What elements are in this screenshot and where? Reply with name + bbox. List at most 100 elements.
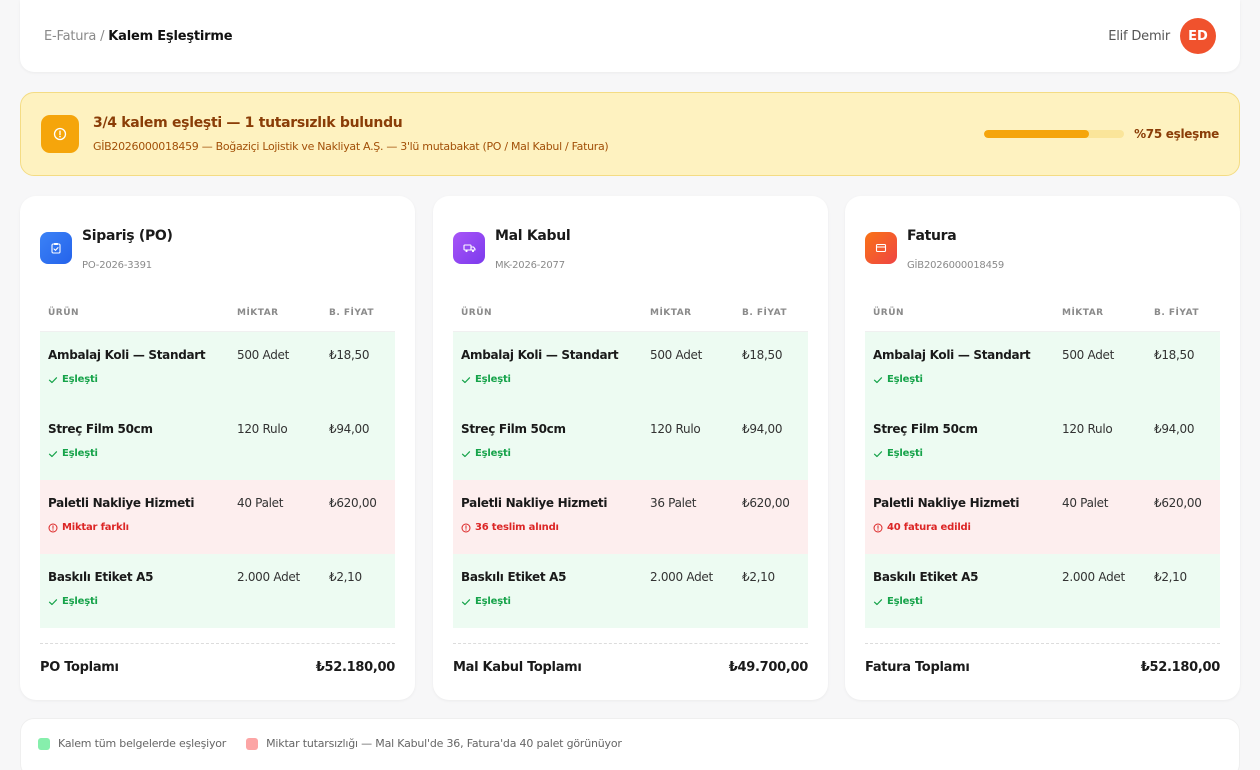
card-total-label: PO Toplamı	[40, 660, 119, 675]
column-header-product: ÜRÜN	[873, 307, 905, 318]
table-row[interactable]: Paletli Nakliye Hizmeti 40 Palet ₺620,00 Mi…	[40, 480, 395, 554]
legend: Kalem tüm belgelerde eşleşiyor Miktar tu…	[20, 718, 1240, 770]
column-header-unit-price: B. FİYAT	[1154, 307, 1199, 318]
row-status-label: Eşleşti	[475, 374, 511, 385]
row-status: Eşleşti	[48, 448, 387, 459]
legend-swatch-match	[38, 737, 50, 750]
row-status-label: Eşleşti	[887, 448, 923, 459]
check-icon	[48, 375, 58, 385]
row-unit-price: ₺18,50	[329, 348, 370, 362]
row-product: Streç Film 50cm	[48, 422, 153, 436]
row-unit-price: ₺620,00	[1154, 496, 1202, 510]
column-header-product: ÜRÜN	[461, 307, 493, 318]
alert-circle-icon	[873, 523, 883, 533]
row-product: Baskılı Etiket A5	[48, 570, 154, 584]
row-quantity: 36 Palet	[650, 496, 697, 510]
row-quantity: 120 Rulo	[650, 422, 701, 436]
column-header-unit-price: B. FİYAT	[742, 307, 787, 318]
card-title: Mal Kabul	[495, 228, 571, 244]
table-row[interactable]: Streç Film 50cm 120 Rulo ₺94,00 Eşleşti	[40, 406, 395, 480]
card-total-value: ₺49.700,00	[728, 660, 809, 675]
goods-receipt-card: Mal Kabul MK-2026-2077 ÜRÜN MİKTAR B. Fİ…	[433, 196, 828, 700]
table-row[interactable]: Paletli Nakliye Hizmeti 36 Palet ₺620,00 36…	[453, 480, 808, 554]
legend-item-mismatch: Miktar tutarsızlığı — Mal Kabul'de 36, F…	[246, 737, 622, 750]
check-icon	[461, 375, 471, 385]
legend-label-mismatch: Miktar tutarsızlığı — Mal Kabul'de 36, F…	[266, 737, 622, 750]
card-total-label: Mal Kabul Toplamı	[453, 660, 582, 675]
row-status: Eşleşti	[48, 596, 387, 607]
user-name: Elif Demir	[1108, 28, 1170, 44]
row-product: Streç Film 50cm	[873, 422, 978, 436]
row-quantity: 2.000 Adet	[650, 570, 713, 584]
check-icon	[48, 449, 58, 459]
row-status-label: Eşleşti	[62, 448, 98, 459]
legend-label-match: Kalem tüm belgelerde eşleşiyor	[58, 737, 227, 750]
card-total-value: ₺52.180,00	[1140, 660, 1221, 675]
table-row[interactable]: Streç Film 50cm 120 Rulo ₺94,00 Eşleşti	[865, 406, 1220, 480]
table-row[interactable]: Streç Film 50cm 120 Rulo ₺94,00 Eşleşti	[453, 406, 808, 480]
row-status-label: Miktar farklı	[62, 522, 129, 533]
check-icon	[461, 597, 471, 607]
row-status-label: Eşleşti	[475, 448, 511, 459]
alert-title: 3/4 kalem eşleşti — 1 tutarsızlık bulund…	[93, 115, 403, 131]
row-quantity: 40 Palet	[1062, 496, 1109, 510]
row-quantity: 40 Palet	[237, 496, 284, 510]
breadcrumb-current: Kalem Eşleştirme	[108, 28, 233, 44]
check-icon	[48, 597, 58, 607]
clipboard-check-icon	[40, 232, 72, 264]
row-product: Paletli Nakliye Hizmeti	[873, 496, 1020, 510]
column-header-quantity: MİKTAR	[1062, 307, 1104, 318]
table-row[interactable]: Paletli Nakliye Hizmeti 40 Palet ₺620,00 40…	[865, 480, 1220, 554]
row-status-label: Eşleşti	[62, 374, 98, 385]
breadcrumb: E-Fatura / Kalem Eşleştirme	[44, 28, 233, 44]
alert-circle-icon	[48, 523, 58, 533]
card-total: Mal Kabul Toplamı ₺49.700,00	[453, 643, 808, 675]
row-product: Ambalaj Koli — Standart	[48, 348, 206, 362]
card-total-label: Fatura Toplamı	[865, 660, 970, 675]
row-quantity: 500 Adet	[650, 348, 703, 362]
table-header: ÜRÜN MİKTAR B. FİYAT	[40, 294, 395, 332]
row-product: Baskılı Etiket A5	[461, 570, 567, 584]
row-status-label: Eşleşti	[887, 596, 923, 607]
row-quantity: 2.000 Adet	[1062, 570, 1125, 584]
card-doc-number: GİB2026000018459	[907, 260, 1005, 271]
row-unit-price: ₺94,00	[742, 422, 783, 436]
row-status: Eşleşti	[873, 448, 1212, 459]
row-status: Eşleşti	[873, 596, 1212, 607]
check-icon	[873, 449, 883, 459]
card-doc-number: PO-2026-3391	[82, 260, 152, 271]
breadcrumb-separator: /	[100, 28, 105, 44]
avatar[interactable]: ED	[1180, 18, 1216, 54]
row-unit-price: ₺18,50	[1154, 348, 1195, 362]
table-row[interactable]: Ambalaj Koli — Standart 500 Adet ₺18,50 Eşl…	[40, 332, 395, 406]
row-product: Baskılı Etiket A5	[873, 570, 979, 584]
row-unit-price: ₺620,00	[742, 496, 790, 510]
legend-swatch-mismatch	[246, 737, 259, 750]
table-row[interactable]: Baskılı Etiket A5 2.000 Adet ₺2,10 Eşleşti	[453, 554, 808, 628]
match-percent-label: %75 eşleşme	[1134, 127, 1219, 141]
column-header-unit-price: B. FİYAT	[329, 307, 374, 318]
column-header-quantity: MİKTAR	[650, 307, 692, 318]
alert-subtitle: GİB2026000018459 — Boğaziçi Lojistik ve …	[93, 140, 609, 153]
receipt-icon	[865, 232, 897, 264]
check-icon	[873, 597, 883, 607]
column-header-quantity: MİKTAR	[237, 307, 279, 318]
row-product: Ambalaj Koli — Standart	[461, 348, 619, 362]
row-status-label: 36 teslim alındı	[475, 522, 559, 533]
row-unit-price: ₺2,10	[329, 570, 362, 584]
row-status: Eşleşti	[873, 374, 1212, 385]
match-progress: %75 eşleşme	[984, 127, 1219, 141]
truck-icon	[453, 232, 485, 264]
table-row[interactable]: Baskılı Etiket A5 2.000 Adet ₺2,10 Eşleşti	[865, 554, 1220, 628]
table-header: ÜRÜN MİKTAR B. FİYAT	[453, 294, 808, 332]
table-row[interactable]: Ambalaj Koli — Standart 500 Adet ₺18,50 Eşl…	[453, 332, 808, 406]
row-unit-price: ₺2,10	[1154, 570, 1187, 584]
row-status-label: Eşleşti	[62, 596, 98, 607]
table-row[interactable]: Baskılı Etiket A5 2.000 Adet ₺2,10 Eşleşti	[40, 554, 395, 628]
user-menu[interactable]: Elif Demir ED	[1108, 18, 1216, 54]
breadcrumb-root[interactable]: E-Fatura	[44, 29, 96, 44]
table-row[interactable]: Ambalaj Koli — Standart 500 Adet ₺18,50 Eşl…	[865, 332, 1220, 406]
check-icon	[873, 375, 883, 385]
row-status: Eşleşti	[48, 374, 387, 385]
row-quantity: 2.000 Adet	[237, 570, 300, 584]
